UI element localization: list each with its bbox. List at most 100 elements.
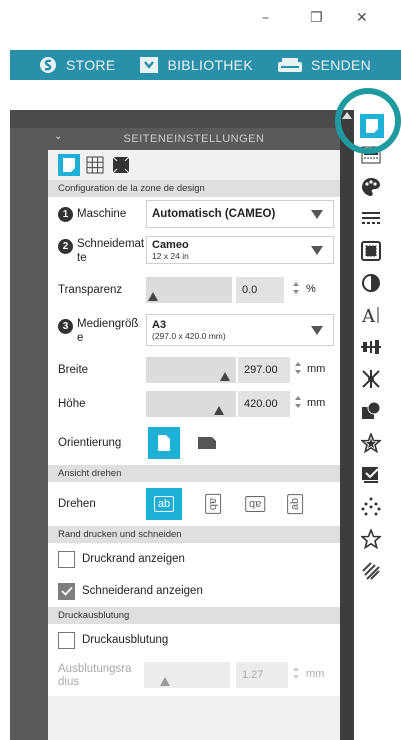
bleed-radius-slider[interactable] — [144, 662, 230, 688]
bleed-radius-spinner[interactable] — [292, 665, 300, 685]
machine-label: Maschine — [77, 208, 127, 220]
offset-star-icon[interactable] — [360, 432, 382, 454]
text-style-icon[interactable]: A — [360, 304, 382, 326]
page-icon — [63, 158, 75, 172]
cut-border-checkbox[interactable] — [58, 582, 75, 600]
section-design-area: Configuration de la zone de design — [48, 180, 340, 197]
height-unit: mm — [307, 397, 326, 409]
library-tab[interactable]: BIBLIOTHEK — [139, 56, 253, 74]
send-icon — [277, 56, 303, 74]
machine-row: 1 Maschine Automatisch (CAMEO) — [48, 197, 340, 231]
width-unit: mm — [307, 363, 326, 375]
cut-border-row[interactable]: Schneiderand anzeigen — [48, 575, 340, 607]
grid-icon — [86, 156, 104, 174]
image-trace-icon[interactable] — [360, 240, 382, 262]
store-icon — [38, 56, 58, 74]
cutting-mat-value: Cameo — [152, 239, 189, 251]
width-row: Breite 297.00 mm — [48, 353, 340, 387]
width-label: Breite — [58, 364, 89, 376]
store-tab[interactable]: STORE — [38, 56, 115, 74]
top-navigation-bar: STORE BIBLIOTHEK SENDEN — [10, 50, 401, 80]
landscape-page-icon — [198, 437, 216, 449]
fill-palette-icon[interactable] — [360, 176, 382, 198]
machine-select[interactable]: Automatisch (CAMEO) — [146, 200, 334, 228]
rotate-180-button[interactable]: ab — [240, 490, 270, 518]
chevron-down-icon — [311, 246, 323, 255]
height-row: Höhe 420.00 mm — [48, 387, 340, 421]
transparency-row: Transparenz 0.0 % — [48, 271, 340, 309]
transparency-spinner[interactable] — [292, 280, 300, 300]
rotate-270-button[interactable]: ab — [282, 490, 308, 518]
section-bleed: Druckausblutung — [48, 607, 340, 624]
tab-grid[interactable] — [84, 154, 106, 176]
slider-thumb[interactable] — [148, 292, 158, 301]
tab-background[interactable] — [110, 154, 132, 176]
collapse-chevron-icon[interactable]: ⌄ — [54, 131, 63, 142]
modify-icon[interactable] — [360, 400, 382, 422]
step-3-badge: 3 — [58, 318, 73, 334]
panel-scrollbar[interactable] — [340, 110, 354, 740]
library-label: BIBLIOTHEK — [167, 57, 253, 73]
cutting-mat-row: 2 Schneidemat te Cameo 12 x 24 in — [48, 231, 340, 271]
cutting-mat-select[interactable]: Cameo 12 x 24 in — [146, 236, 334, 264]
point-edit-icon[interactable] — [360, 496, 382, 518]
rotate-row: Drehen ab ab ab ab — [48, 482, 340, 526]
step-2-badge: 2 — [58, 238, 73, 254]
bleed-radius-row: Ausblutungsra dius 1.27 mm — [48, 656, 340, 696]
width-slider[interactable] — [146, 357, 236, 383]
tab-page[interactable] — [58, 154, 80, 176]
height-label: Höhe — [58, 398, 86, 410]
panel-header[interactable]: ⌄ SEITENEINSTELLUNGEN — [48, 128, 340, 150]
print-border-label: Druckrand anzeigen — [82, 553, 185, 565]
landscape-button[interactable] — [196, 433, 218, 453]
height-spinner[interactable] — [294, 394, 302, 414]
transparency-unit: % — [306, 283, 316, 295]
replicate-icon[interactable] — [360, 368, 382, 390]
print-border-checkbox[interactable] — [58, 550, 75, 568]
right-toolbar: A — [354, 110, 401, 740]
machine-value: Automatisch (CAMEO) — [152, 208, 276, 220]
portrait-button[interactable] — [148, 427, 180, 459]
section-rotate-view: Ansicht drehen — [48, 465, 340, 482]
close-button[interactable]: ✕ — [356, 10, 368, 26]
rotate-0-button[interactable]: ab — [146, 488, 182, 520]
width-spinner[interactable] — [294, 360, 302, 380]
media-size-value: A3 — [152, 319, 167, 331]
height-value[interactable]: 420.00 — [238, 391, 290, 417]
rotate-90-button[interactable]: ab — [200, 490, 226, 518]
transparency-label: Transparenz — [58, 284, 123, 296]
bleed-radius-label: Ausblutungsra dius — [58, 663, 132, 688]
media-size-select[interactable]: A3 (297.0 x 420.0 mm) — [146, 314, 334, 346]
restore-button[interactable]: ❐ — [310, 10, 323, 26]
page-settings-panel: ⌄ SEITENEINSTELLUNGEN Configuration de l… — [48, 128, 340, 740]
cut-border-label: Schneiderand anzeigen — [82, 585, 203, 597]
slider-thumb[interactable] — [160, 677, 170, 686]
bleed-row[interactable]: Druckausblutung — [48, 624, 340, 656]
favorite-star-icon[interactable] — [360, 528, 382, 550]
sketch-icon[interactable] — [360, 560, 382, 582]
section-print-cut-border: Rand drucken und schneiden — [48, 526, 340, 543]
line-style-icon[interactable] — [360, 208, 382, 230]
minimize-button[interactable]: – — [262, 10, 269, 26]
height-slider[interactable] — [146, 391, 236, 417]
width-value[interactable]: 297.00 — [238, 357, 290, 383]
cutting-mat-label: Schneidemat te — [77, 238, 145, 264]
contrast-icon[interactable] — [360, 272, 382, 294]
panel-tabs — [48, 150, 340, 180]
send-tab[interactable]: SENDEN — [277, 56, 371, 74]
media-size-label: Mediengröß e — [77, 318, 139, 344]
panel-title: SEITENEINSTELLUNGEN — [123, 133, 265, 145]
portrait-page-icon — [158, 435, 170, 451]
trace-icon[interactable] — [360, 464, 382, 486]
bleed-radius-value[interactable]: 1.27 — [236, 662, 288, 688]
print-border-row[interactable]: Druckrand anzeigen — [48, 543, 340, 575]
slider-thumb[interactable] — [220, 372, 230, 381]
slider-thumb[interactable] — [214, 406, 224, 415]
transparency-value[interactable]: 0.0 — [236, 277, 284, 303]
chevron-down-icon — [311, 326, 323, 335]
step-1-badge: 1 — [58, 206, 73, 222]
align-icon[interactable] — [360, 336, 382, 358]
transparency-slider[interactable] — [146, 277, 232, 303]
library-icon — [139, 56, 159, 74]
bleed-checkbox[interactable] — [58, 631, 75, 649]
